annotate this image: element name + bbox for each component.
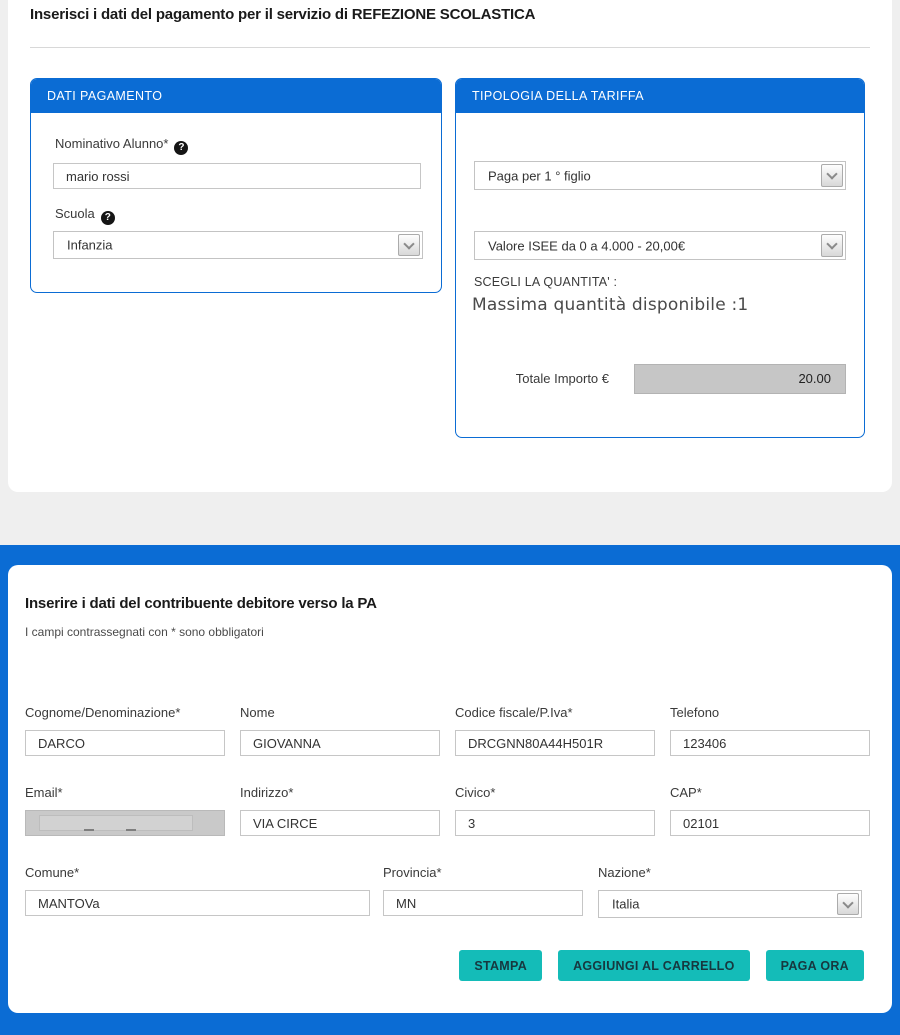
nazione-label: Nazione* xyxy=(598,865,862,880)
paga-ora-button[interactable]: PAGA ORA xyxy=(766,950,864,981)
provincia-label: Provincia* xyxy=(383,865,583,880)
totale-importo-field: 20.00 xyxy=(634,364,846,394)
field-provincia: Provincia* xyxy=(383,865,583,916)
massima-quantita-text: Massima quantità disponibile :1 xyxy=(472,295,748,315)
isee-select-value: Valore ISEE da 0 a 4.000 - 20,00€ xyxy=(488,238,685,253)
payment-service-card: Inserisci i dati del pagamento per il se… xyxy=(8,0,892,492)
scuola-label-text: Scuola xyxy=(55,206,95,221)
cap-input[interactable] xyxy=(670,810,870,836)
isee-select[interactable]: Valore ISEE da 0 a 4.000 - 20,00€ xyxy=(474,231,846,260)
nominativo-alunno-input[interactable] xyxy=(53,163,421,189)
tipologia-tariffa-header: TIPOLOGIA DELLA TARIFFA xyxy=(456,79,864,113)
debtor-form-subtitle: I campi contrassegnati con * sono obblig… xyxy=(25,625,264,639)
field-cognome: Cognome/Denominazione* xyxy=(25,705,225,756)
nazione-select-value: Italia xyxy=(612,897,639,912)
comune-input[interactable] xyxy=(25,890,370,916)
chevron-down-icon[interactable] xyxy=(821,234,843,257)
cap-label: CAP* xyxy=(670,785,870,800)
aggiungi-al-carrello-button[interactable]: AGGIUNGI AL CARRELLO xyxy=(558,950,750,981)
cognome-input[interactable] xyxy=(25,730,225,756)
scuola-select[interactable]: Infanzia xyxy=(53,231,423,259)
chevron-down-icon[interactable] xyxy=(821,164,843,187)
title-divider xyxy=(30,47,870,48)
figlio-select[interactable]: Paga per 1 ° figlio xyxy=(474,161,846,190)
cognome-label: Cognome/Denominazione* xyxy=(25,705,225,720)
chevron-down-icon[interactable] xyxy=(837,893,859,915)
stampa-button[interactable]: STAMPA xyxy=(459,950,542,981)
civico-label: Civico* xyxy=(455,785,655,800)
nome-input[interactable] xyxy=(240,730,440,756)
field-codice-fiscale: Codice fiscale/P.Iva* xyxy=(455,705,655,756)
page-title: Inserisci i dati del pagamento per il se… xyxy=(30,6,870,23)
dati-pagamento-panel: DATI PAGAMENTO Nominativo Alunno*? Scuol… xyxy=(30,78,442,293)
chevron-down-icon[interactable] xyxy=(398,234,420,256)
scuola-select-value: Infanzia xyxy=(67,238,113,253)
telefono-label: Telefono xyxy=(670,705,870,720)
field-nome: Nome xyxy=(240,705,440,756)
telefono-input[interactable] xyxy=(670,730,870,756)
indirizzo-label: Indirizzo* xyxy=(240,785,440,800)
email-redaction-mark xyxy=(126,829,136,831)
debtor-form-card: Inserire i dati del contribuente debitor… xyxy=(8,565,892,1013)
field-indirizzo: Indirizzo* xyxy=(240,785,440,836)
figlio-select-value: Paga per 1 ° figlio xyxy=(488,168,591,183)
email-input-disabled xyxy=(25,810,225,836)
totale-importo-label: Totale Importo € xyxy=(474,371,609,386)
email-redaction-overlay xyxy=(39,815,193,831)
comune-label: Comune* xyxy=(25,865,370,880)
tipologia-tariffa-panel: TIPOLOGIA DELLA TARIFFA Paga per 1 ° fig… xyxy=(455,78,865,438)
codice-fiscale-input[interactable] xyxy=(455,730,655,756)
debtor-form-title: Inserire i dati del contribuente debitor… xyxy=(25,595,377,612)
codice-fiscale-label: Codice fiscale/P.Iva* xyxy=(455,705,655,720)
email-label: Email* xyxy=(25,785,225,800)
help-icon[interactable]: ? xyxy=(101,211,115,225)
nominativo-alunno-label-text: Nominativo Alunno* xyxy=(55,136,168,151)
scuola-label: Scuola? xyxy=(55,206,115,225)
field-comune: Comune* xyxy=(25,865,370,916)
field-email: Email* xyxy=(25,785,225,836)
email-redaction-mark xyxy=(84,829,94,831)
dati-pagamento-header: DATI PAGAMENTO xyxy=(31,79,441,113)
indirizzo-input[interactable] xyxy=(240,810,440,836)
scegli-quantita-label: SCEGLI LA QUANTITA' : xyxy=(474,275,617,289)
help-icon[interactable]: ? xyxy=(174,141,188,155)
civico-input[interactable] xyxy=(455,810,655,836)
field-cap: CAP* xyxy=(670,785,870,836)
field-nazione: Nazione* Italia xyxy=(598,865,862,918)
provincia-input[interactable] xyxy=(383,890,583,916)
field-telefono: Telefono xyxy=(670,705,870,756)
form-actions: STAMPA AGGIUNGI AL CARRELLO PAGA ORA xyxy=(459,950,864,981)
nominativo-alunno-label: Nominativo Alunno*? xyxy=(55,136,188,155)
nazione-select[interactable]: Italia xyxy=(598,890,862,918)
nome-label: Nome xyxy=(240,705,440,720)
field-civico: Civico* xyxy=(455,785,655,836)
